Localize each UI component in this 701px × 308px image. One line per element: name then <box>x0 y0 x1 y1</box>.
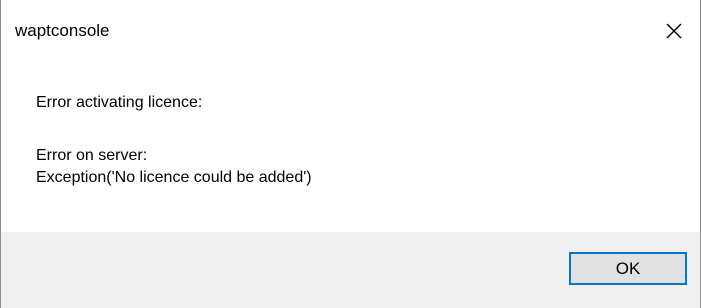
ok-button[interactable]: OK <box>569 252 687 285</box>
message-detail-label: Error on server: <box>36 147 148 164</box>
window-title: waptconsole <box>15 21 110 40</box>
ok-button-label: OK <box>615 258 641 278</box>
title-bar: waptconsole <box>1 0 700 62</box>
message-exception: Exception('No licence could be added') <box>36 169 312 186</box>
message-area: Error activating licence: Error on serve… <box>1 62 700 232</box>
message-dialog: waptconsole Error activating licence: Er… <box>0 0 701 308</box>
message-heading: Error activating licence: <box>36 94 203 111</box>
close-button[interactable] <box>648 0 700 62</box>
close-icon <box>666 23 682 39</box>
button-bar: OK <box>1 232 700 308</box>
